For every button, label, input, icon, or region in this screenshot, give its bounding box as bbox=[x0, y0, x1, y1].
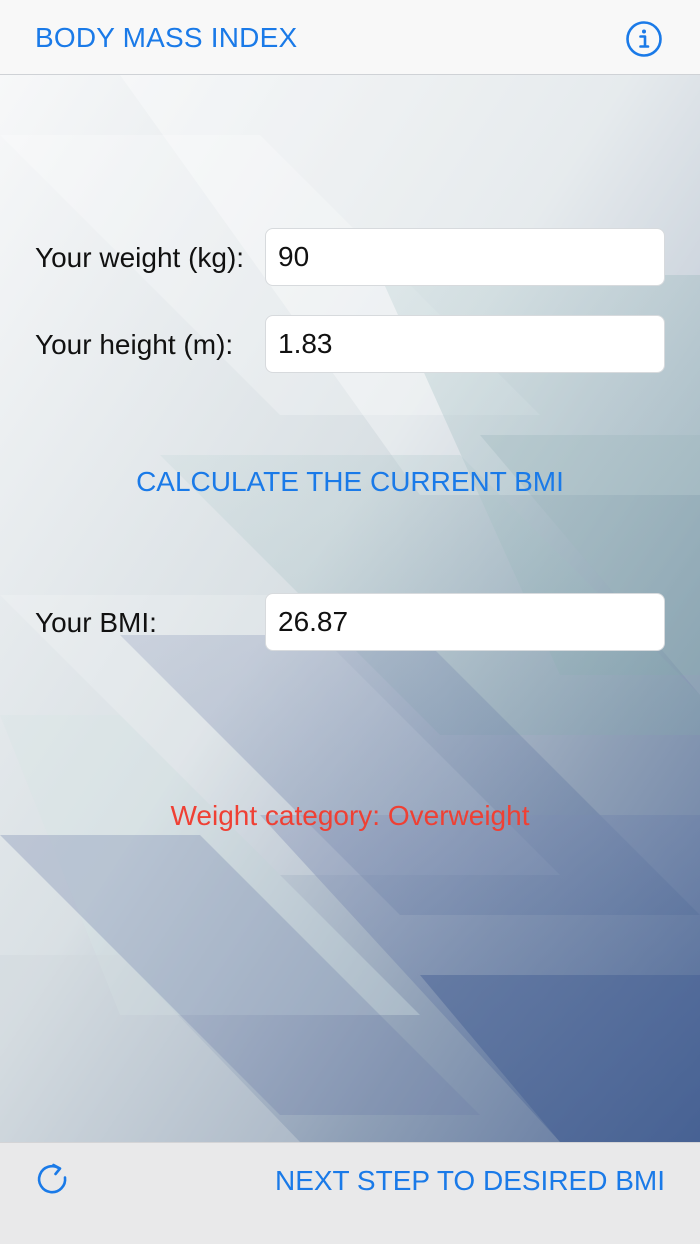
info-button[interactable] bbox=[625, 20, 663, 58]
weight-category-text: Weight category: Overweight bbox=[170, 800, 530, 831]
height-input[interactable] bbox=[265, 315, 665, 373]
height-label: Your height (m): bbox=[35, 329, 234, 360]
refresh-icon bbox=[37, 1163, 67, 1194]
calculate-bmi-button[interactable]: CALCULATE THE CURRENT BMI bbox=[0, 466, 700, 498]
bmi-result-field[interactable] bbox=[265, 593, 665, 651]
app-title: BODY MASS INDEX bbox=[35, 22, 298, 53]
bmi-label: Your BMI: bbox=[35, 607, 157, 638]
refresh-button[interactable] bbox=[34, 1160, 72, 1198]
bottom-toolbar: NEXT STEP TO DESIRED BMI bbox=[0, 1142, 700, 1244]
weight-label: Your weight (kg): bbox=[35, 242, 245, 273]
next-step-button[interactable]: NEXT STEP TO DESIRED BMI bbox=[275, 1165, 665, 1197]
weight-input[interactable] bbox=[265, 228, 665, 286]
navigation-bar: BODY MASS INDEX bbox=[0, 0, 700, 75]
info-circle-icon bbox=[626, 21, 662, 57]
main-content: Your weight (kg): Your height (m): CALCU… bbox=[0, 0, 700, 1244]
